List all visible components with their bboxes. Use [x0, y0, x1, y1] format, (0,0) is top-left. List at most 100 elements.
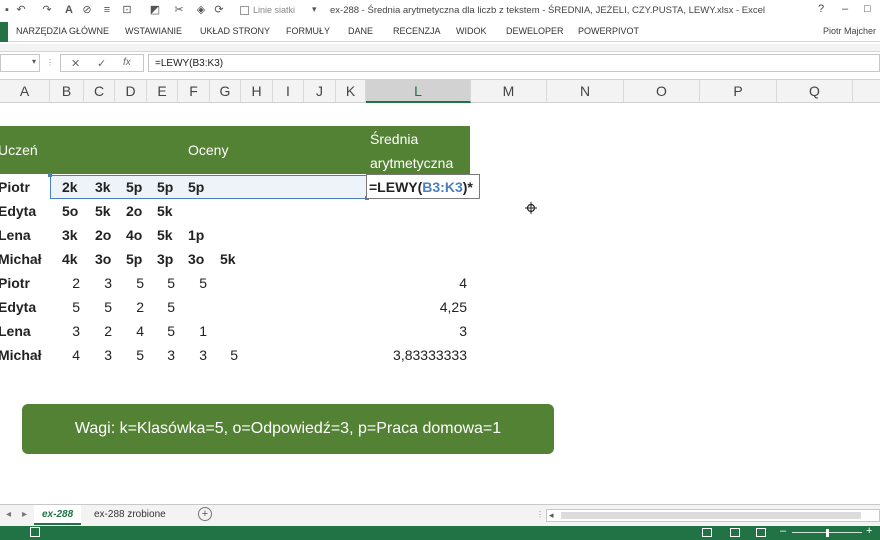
header-oceny[interactable]: Oceny	[188, 139, 228, 161]
cell-grade[interactable]: 5p	[126, 248, 142, 270]
cell-number[interactable]: 5	[50, 296, 80, 318]
cut-icon[interactable]: ✂	[172, 3, 186, 17]
zoom-out-icon[interactable]: –	[780, 525, 786, 537]
normal-view-icon[interactable]	[702, 528, 712, 537]
maximize-button[interactable]: □	[864, 3, 871, 15]
col-header-h[interactable]: H	[241, 80, 273, 103]
cell-average[interactable]: 4	[366, 272, 467, 294]
user-name[interactable]: Piotr Majcher	[823, 26, 876, 36]
cell-number[interactable]: 5	[147, 320, 175, 342]
scroll-tabs-right-icon[interactable]: ▸	[22, 509, 27, 520]
cell-grade[interactable]: 5p	[126, 176, 142, 198]
cell-name[interactable]: Michał	[0, 248, 42, 270]
col-header-e[interactable]: E	[147, 80, 178, 103]
cell-grade[interactable]: 1p	[188, 224, 204, 246]
sheet-tab-ex288-zrobione[interactable]: ex-288 zrobione	[86, 505, 174, 525]
cell-number[interactable]: 5	[147, 296, 175, 318]
tab-review[interactable]: RECENZJA	[393, 26, 441, 36]
tab-formulas[interactable]: FORMUŁY	[286, 26, 330, 36]
cell-grade[interactable]: 5o	[62, 200, 78, 222]
cell-average[interactable]: 3,83333333	[366, 344, 467, 366]
cell-name[interactable]: Lena	[0, 320, 31, 342]
col-header-d[interactable]: D	[115, 80, 147, 103]
cell-number[interactable]: 5	[115, 344, 144, 366]
cell-number[interactable]: 4	[50, 344, 80, 366]
cell-grade[interactable]: 3o	[95, 248, 111, 270]
splitter-icon[interactable]: ⋮	[536, 510, 544, 519]
cell-grade[interactable]: 3p	[157, 248, 173, 270]
cell-number[interactable]: 5	[115, 272, 144, 294]
header-uczen[interactable]: Uczeń	[0, 139, 38, 161]
col-header-o[interactable]: O	[624, 80, 700, 103]
col-header-f[interactable]: F	[178, 80, 210, 103]
cell-number[interactable]: 2	[115, 296, 144, 318]
cell-grade[interactable]: 4o	[126, 224, 142, 246]
save-icon[interactable]: ▪	[0, 3, 14, 17]
file-tab[interactable]	[0, 22, 8, 42]
numbering-icon[interactable]: ≡	[100, 3, 114, 17]
cell-grade[interactable]: 3k	[62, 224, 78, 246]
col-header-k[interactable]: K	[336, 80, 366, 103]
horizontal-scrollbar[interactable]: ◂	[546, 509, 880, 522]
cell-grade[interactable]: 2k	[62, 176, 78, 198]
cell-grade[interactable]: 2o	[126, 200, 142, 222]
cell-number[interactable]: 3	[50, 320, 80, 342]
cell-number[interactable]: 3	[147, 344, 175, 366]
cell-grade[interactable]: 5k	[95, 200, 111, 222]
name-box[interactable]: ▾	[0, 54, 40, 72]
customize-qat-icon[interactable]: ▾	[312, 4, 317, 15]
header-srednia-line1[interactable]: Średnia	[370, 128, 418, 150]
scrollbar-thumb[interactable]	[561, 512, 861, 519]
zoom-in-icon[interactable]: +	[866, 525, 872, 537]
edit-cell-formula[interactable]: =LEWY(B3:K3)*	[369, 176, 473, 198]
cell-number[interactable]: 5	[84, 296, 112, 318]
cell-name[interactable]: Piotr	[0, 176, 30, 198]
zoom-slider-thumb[interactable]	[826, 529, 829, 537]
cell-number[interactable]: 3	[84, 272, 112, 294]
fill-icon[interactable]: ◩	[148, 3, 162, 17]
cell-name[interactable]: Michał	[0, 344, 42, 366]
cell-grade[interactable]: 3k	[95, 176, 111, 198]
formula-input[interactable]: =LEWY(B3:K3)	[148, 54, 880, 72]
splitter-icon[interactable]: ⋮	[46, 58, 54, 67]
enter-button[interactable]: ✓	[97, 57, 106, 70]
cell-grade[interactable]: 5k	[157, 224, 173, 246]
macro-record-icon[interactable]	[30, 527, 40, 537]
scroll-left-icon[interactable]: ◂	[549, 510, 554, 521]
cell-number[interactable]: 2	[50, 272, 80, 294]
col-header-a[interactable]: A	[0, 80, 50, 103]
gridlines-checkbox[interactable]	[240, 6, 249, 15]
col-header-b[interactable]: B	[50, 80, 84, 103]
cell-number[interactable]: 4	[115, 320, 144, 342]
cell-average[interactable]: 4,25	[366, 296, 467, 318]
undo-icon[interactable]: ↶	[14, 3, 28, 17]
cell-number[interactable]: 5	[147, 272, 175, 294]
col-header-c[interactable]: C	[84, 80, 115, 103]
page-layout-view-icon[interactable]	[730, 528, 740, 537]
tab-page-layout[interactable]: UKŁAD STRONY	[200, 26, 270, 36]
header-srednia-line2[interactable]: arytmetyczna	[370, 152, 453, 174]
cell-name[interactable]: Edyta	[0, 296, 36, 318]
cell-number[interactable]: 3	[84, 344, 112, 366]
cell-name[interactable]: Edyta	[0, 200, 36, 222]
toggle-icon[interactable]: ⊘	[80, 3, 94, 17]
tab-home[interactable]: NARZĘDZIA GŁÓWNE	[16, 26, 109, 36]
refresh-icon[interactable]: ⟳	[212, 3, 226, 17]
page-break-view-icon[interactable]	[756, 528, 766, 537]
help-button[interactable]: ?	[818, 3, 824, 15]
border-icon[interactable]: ⊡	[120, 3, 134, 17]
redo-icon[interactable]: ↷	[40, 3, 54, 17]
cell-number[interactable]: 5	[178, 272, 207, 294]
eraser-icon[interactable]: ◈	[194, 3, 208, 17]
insert-function-button[interactable]: fx	[123, 57, 131, 68]
cell-number[interactable]: 1	[178, 320, 207, 342]
sheet-tab-ex288[interactable]: ex-288	[34, 505, 82, 525]
cell-name[interactable]: Piotr	[0, 272, 30, 294]
cell-grade[interactable]: 5p	[157, 176, 173, 198]
scroll-tabs-left-icon[interactable]: ◂	[6, 509, 11, 520]
cell-grade[interactable]: 4k	[62, 248, 78, 270]
cell-number[interactable]: 2	[84, 320, 112, 342]
cell-grade[interactable]: 5p	[188, 176, 204, 198]
tab-view[interactable]: WIDOK	[456, 26, 487, 36]
cell-grade[interactable]: 5k	[220, 248, 236, 270]
